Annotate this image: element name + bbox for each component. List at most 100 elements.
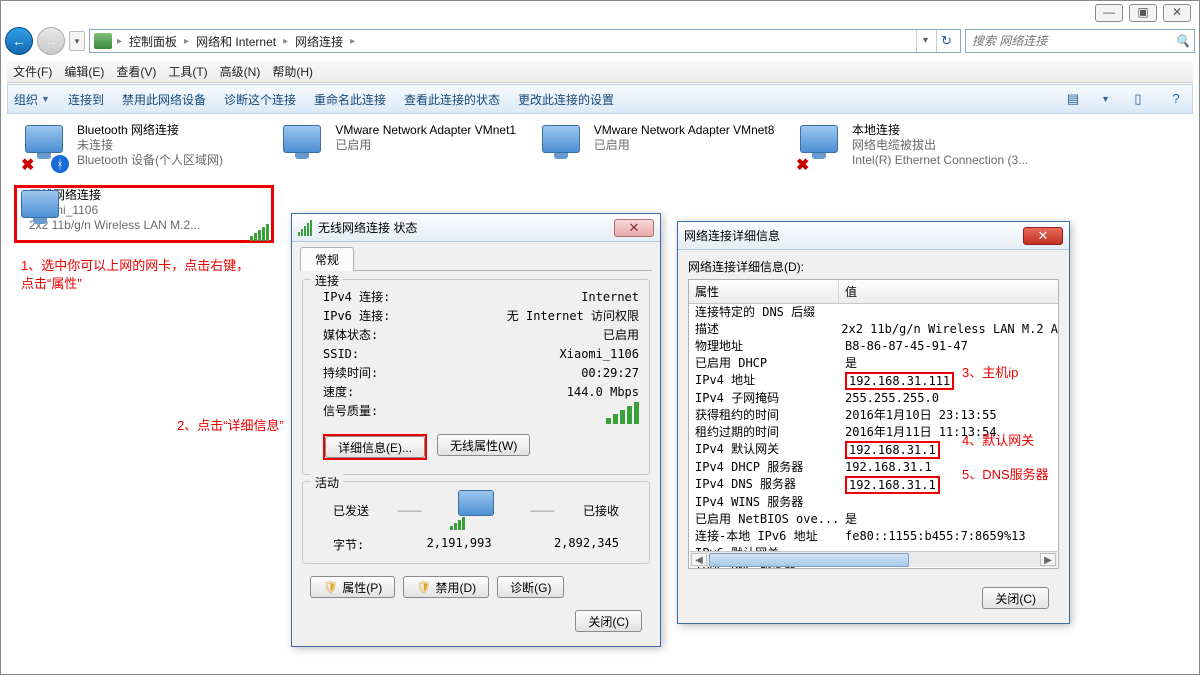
properties-button[interactable]: 🛡属性(P): [310, 576, 395, 598]
maximize-button[interactable]: ▣: [1129, 4, 1157, 22]
status-dialog-close-button[interactable]: ✕: [614, 219, 654, 237]
connection-tile-bluetooth[interactable]: ✖ ᚼ Bluetooth 网络连接 未连接 Bluetooth 设备(个人区域…: [17, 121, 272, 177]
label: 持续时间:: [323, 364, 378, 383]
connection-tiles: ✖ ᚼ Bluetooth 网络连接 未连接 Bluetooth 设备(个人区域…: [17, 121, 1183, 177]
grid-row[interactable]: IPv4 子网掩码255.255.255.0: [689, 390, 1058, 407]
details-dialog-close-button[interactable]: ✕: [1023, 227, 1063, 245]
menu-file[interactable]: 文件(F): [13, 63, 52, 80]
crumb-1[interactable]: 网络和 Internet: [194, 33, 278, 50]
col-property[interactable]: 属性: [689, 280, 839, 303]
label: IPv6 连接:: [323, 307, 390, 326]
adapter-icon: [279, 123, 327, 171]
signal-icon: [298, 220, 312, 236]
toolbar-change[interactable]: 更改此连接的设置: [518, 91, 614, 108]
wifi-properties-button[interactable]: 无线属性(W): [437, 434, 530, 456]
toolbar-connect[interactable]: 连接到: [68, 91, 104, 108]
disable-button[interactable]: 🛡禁用(D): [403, 576, 489, 598]
toolbar-disable[interactable]: 禁用此网络设备: [122, 91, 206, 108]
preview-pane-icon[interactable]: ▯: [1128, 91, 1148, 107]
disconnected-icon: ✖: [796, 155, 812, 171]
cell-value: 192.168.31.111: [839, 372, 1058, 390]
bytes-sent: 2,191,993: [427, 536, 492, 553]
minimize-button[interactable]: —: [1095, 4, 1123, 22]
toolbar-status[interactable]: 查看此连接的状态: [404, 91, 500, 108]
caption-buttons: — ▣ ✕: [1095, 4, 1191, 22]
details-grid[interactable]: 属性 值 连接特定的 DNS 后缀描述2x2 11b/g/n Wireless …: [688, 279, 1059, 569]
details-close-button[interactable]: 关闭(C): [982, 587, 1049, 609]
crumb-0[interactable]: 控制面板: [127, 33, 179, 50]
signal-icon: [250, 224, 269, 241]
back-button[interactable]: ←: [5, 27, 33, 55]
crumb-sep: ▸: [181, 36, 192, 47]
value: Xiaomi_1106: [560, 345, 639, 364]
toolbar-rename[interactable]: 重命名此连接: [314, 91, 386, 108]
crumb-sep: ▸: [114, 36, 125, 47]
crumb-2[interactable]: 网络连接: [293, 33, 345, 50]
cell-value: 2016年1月10日 23:13:55: [839, 407, 1058, 424]
horizontal-scrollbar[interactable]: ◀ ▶: [690, 551, 1057, 567]
grid-row[interactable]: 连接特定的 DNS 后缀: [689, 304, 1058, 321]
menu-tools[interactable]: 工具(T): [168, 63, 207, 80]
connection-tile-local[interactable]: ✖ 本地连接 网络电缆被拔出 Intel(R) Ethernet Connect…: [792, 121, 1047, 177]
status-dialog-title-bar[interactable]: 无线网络连接 状态 ✕: [292, 214, 660, 242]
refresh-button[interactable]: ↻: [936, 30, 956, 52]
annotation-5: 5、DNS服务器: [962, 466, 1049, 484]
shield-icon: 🛡: [416, 580, 431, 594]
highlighted-value: 192.168.31.1: [845, 476, 940, 494]
cell-property: IPv4 DNS 服务器: [689, 476, 839, 494]
connection-tile-vmnet1[interactable]: VMware Network Adapter VMnet1 已启用: [275, 121, 530, 177]
menu-view[interactable]: 查看(V): [116, 63, 156, 80]
diagnose-button[interactable]: 诊断(G): [497, 576, 564, 598]
grid-row[interactable]: 物理地址B8-86-87-45-91-47: [689, 338, 1058, 355]
toolbar-organize[interactable]: 组织▼: [14, 91, 50, 108]
grid-header: 属性 值: [689, 280, 1058, 304]
details-dialog-title: 网络连接详细信息: [684, 227, 780, 244]
help-icon[interactable]: ?: [1166, 91, 1186, 107]
address-dropdown[interactable]: ▾: [916, 30, 934, 52]
search-box[interactable]: 🔍: [965, 29, 1195, 53]
connection-tile-wireless-selected[interactable]: 无线网络连接 Xiaomi_1106 2x2 11b/g/n Wireless …: [14, 185, 274, 243]
tile-sub: Intel(R) Ethernet Connection (3...: [852, 153, 1028, 168]
bluetooth-icon: ᚼ: [51, 155, 69, 173]
scroll-thumb[interactable]: [709, 553, 909, 567]
menu-advanced[interactable]: 高级(N): [220, 63, 261, 80]
address-bar[interactable]: ▸ 控制面板 ▸ 网络和 Internet ▸ 网络连接 ▸ ▾ ↻: [89, 29, 961, 53]
grid-row[interactable]: 获得租约的时间2016年1月10日 23:13:55: [689, 407, 1058, 424]
grid-row[interactable]: 连接-本地 IPv6 地址fe80::1155:b455:7:8659%13: [689, 528, 1058, 545]
cell-property: 连接-本地 IPv6 地址: [689, 528, 839, 545]
sent-label: 已发送: [333, 502, 369, 519]
cell-property: 描述: [689, 321, 835, 338]
cell-property: IPv4 子网掩码: [689, 390, 839, 407]
col-value[interactable]: 值: [839, 280, 1058, 303]
forward-button[interactable]: →: [37, 27, 65, 55]
details-dialog-title-bar[interactable]: 网络连接详细信息 ✕: [678, 222, 1069, 250]
search-input[interactable]: [970, 33, 1175, 49]
grid-row[interactable]: 已启用 NetBIOS ove...是: [689, 511, 1058, 528]
connection-tile-vmnet8[interactable]: VMware Network Adapter VMnet8 已启用: [534, 121, 789, 177]
bytes-label: 字节:: [333, 536, 364, 553]
group-label: 活动: [311, 474, 343, 491]
toolbar-diagnose[interactable]: 诊断这个连接: [224, 91, 296, 108]
view-mode-icon[interactable]: ▤: [1063, 91, 1083, 107]
scroll-right-icon[interactable]: ▶: [1040, 553, 1056, 566]
scroll-left-icon[interactable]: ◀: [691, 553, 707, 566]
disconnected-icon: ✖: [21, 155, 37, 171]
details-button[interactable]: 详细信息(E)...: [325, 436, 425, 458]
view-mode-dropdown[interactable]: ▼: [1101, 94, 1110, 104]
nav-history-dropdown[interactable]: ▾: [69, 31, 85, 51]
status-close-button[interactable]: 关闭(C): [575, 610, 642, 632]
tab-general[interactable]: 常规: [300, 247, 354, 271]
value: 144.0 Mbps: [567, 383, 639, 402]
cell-property: IPv4 DHCP 服务器: [689, 459, 839, 476]
tile-sub: Bluetooth 设备(个人区域网): [77, 153, 223, 168]
grid-row[interactable]: 描述2x2 11b/g/n Wireless LAN M.2 A: [689, 321, 1058, 338]
menu-edit[interactable]: 编辑(E): [64, 63, 104, 80]
close-button[interactable]: ✕: [1163, 4, 1191, 22]
tile-sub: 2x2 11b/g/n Wireless LAN M.2...: [29, 218, 200, 233]
grid-row[interactable]: IPv4 WINS 服务器: [689, 494, 1058, 511]
adapter-icon: ✖: [796, 123, 844, 171]
label: IPv4 连接:: [323, 288, 390, 307]
group-label: 连接: [311, 272, 343, 289]
menu-help[interactable]: 帮助(H): [272, 63, 313, 80]
cell-value: 是: [839, 511, 1058, 528]
